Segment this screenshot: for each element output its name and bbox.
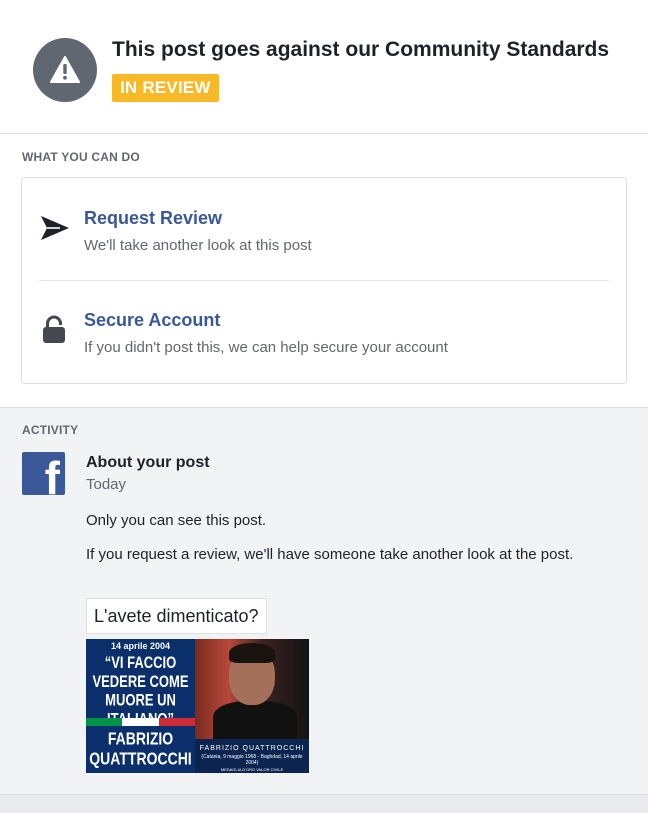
post-image-text-panel: 14 aprile 2004 “VI FACCIO VEDERE COME MU… [86,639,195,773]
request-review-button[interactable]: Request Review We'll take another look a… [22,178,626,280]
post-image-photo: FABRIZIO QUATTROCCHI (Catania, 9 maggio … [195,639,309,773]
activity-date: Today [86,476,127,493]
post-caption: L'avete dimenticato? [86,598,267,634]
footer-bar [0,794,648,813]
section-label-what-you-can-do: WHAT YOU CAN DO [22,150,140,164]
section-label-activity: ACTIVITY [22,423,79,437]
page-title: This post goes against our Community Sta… [112,38,610,61]
secure-account-subtitle: If you didn't post this, we can help sec… [84,339,448,356]
post-image-quote: “VI FACCIO VEDERE COME MUORE UN ITALIANO… [92,653,189,728]
warning-icon [33,38,97,102]
request-review-title[interactable]: Request Review [84,208,222,229]
post-image-date: 14 aprile 2004 [110,641,171,651]
actions-card: Request Review We'll take another look a… [21,177,627,384]
secure-account-title[interactable]: Secure Account [84,310,220,331]
activity-title: About your post [86,454,210,471]
italian-flag-stripe [86,718,195,726]
lock-icon [42,315,66,350]
post-image-name: FABRIZIO QUATTROCCHI [89,728,192,768]
post-image[interactable]: 14 aprile 2004 “VI FACCIO VEDERE COME MU… [86,639,309,773]
secure-account-button[interactable]: Secure Account If you didn't post this, … [22,281,626,384]
facebook-logo: f [22,452,65,495]
activity-visibility-text: Only you can see this post. [86,512,267,529]
activity-review-text: If you request a review, we'll have some… [86,546,574,563]
post-image-caption: FABRIZIO QUATTROCCHI (Catania, 9 maggio … [195,739,309,773]
status-badge: IN REVIEW [112,74,219,102]
activity-section: ACTIVITY f About your post Today Only yo… [0,407,648,813]
send-icon [40,214,70,247]
post-status-header: This post goes against our Community Sta… [0,0,648,134]
request-review-subtitle: We'll take another look at this post [84,237,312,254]
